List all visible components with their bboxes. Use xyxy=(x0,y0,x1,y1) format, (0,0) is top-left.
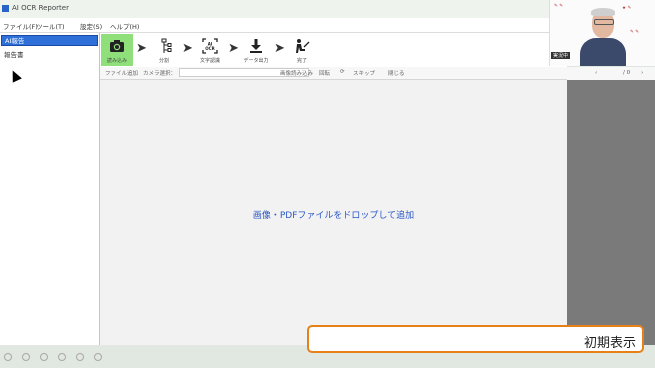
page-navigation: ‹ / 0 › xyxy=(567,67,655,80)
page-next-button[interactable]: › xyxy=(641,70,643,76)
sidebar-item-report[interactable]: 報告書 xyxy=(1,50,98,61)
sidebar-item-ai-report[interactable]: AI報告 xyxy=(1,35,98,46)
arrow-right-icon: ➤ xyxy=(182,41,193,56)
download-icon xyxy=(250,39,262,53)
workflow-toolbar: 読み込み ➤ 分割 ➤ AI OCR 文字認識 ➤ データ出力 ➤ 完了 xyxy=(100,33,567,67)
camera-icon xyxy=(110,40,124,52)
step-split-button[interactable]: 分割 xyxy=(148,34,180,66)
taskbar-circle-icon[interactable] xyxy=(94,353,102,361)
file-add-button[interactable]: ファイル追加 xyxy=(105,69,138,77)
close-button[interactable]: 閉じる xyxy=(388,69,405,77)
step-load-button[interactable]: 読み込み xyxy=(101,34,133,66)
preview-panel xyxy=(567,80,655,345)
menu-tools[interactable]: ツール(T) xyxy=(36,21,65,31)
window-title: AI OCR Reporter xyxy=(12,4,69,12)
step-label: 文字認識 xyxy=(199,58,220,64)
taskbar-circle-icon[interactable] xyxy=(4,353,12,361)
presenter-body xyxy=(580,38,626,66)
arrow-right-icon: ➤ xyxy=(228,41,239,56)
camera-select-label: カメラ選択： xyxy=(143,71,177,77)
taskbar-circle-icon[interactable] xyxy=(76,353,84,361)
caption-text: 初期表示 xyxy=(583,336,636,351)
taskbar-circle-icon[interactable] xyxy=(40,353,48,361)
refresh-icon[interactable]: ⟳ xyxy=(340,69,345,75)
app-icon xyxy=(2,5,9,12)
read-image-button[interactable]: 画像読み込み xyxy=(280,69,313,77)
title-bar: AI OCR Reporter xyxy=(0,0,552,18)
page-count: / 0 xyxy=(623,70,631,76)
webcam-overlay: ✎ ✎ ★ ✎ ✎ ✎ 実況中 xyxy=(549,0,655,66)
presenter-hair xyxy=(591,8,615,16)
step-export-button[interactable]: データ出力 xyxy=(240,34,272,66)
step-ocr-button[interactable]: AI OCR 文字認識 xyxy=(194,34,226,66)
step-label: 完了 xyxy=(296,58,307,64)
taskbar-circle-icon[interactable] xyxy=(58,353,66,361)
rotate-button[interactable]: 回転 xyxy=(319,69,330,77)
split-icon xyxy=(161,38,172,53)
page-prev-button[interactable]: ‹ xyxy=(595,70,597,76)
taskbar-circle-icon[interactable] xyxy=(22,353,30,361)
doodle-decoration: ✎ ✎ xyxy=(630,30,639,35)
menu-help[interactable]: ヘルプ(H) xyxy=(110,21,139,31)
menu-settings[interactable]: 設定(S) xyxy=(80,21,102,31)
ai-ocr-icon: AI OCR xyxy=(202,38,218,54)
menu-bar: ファイル(F) ツール(T) 設定(S) ヘルプ(H) xyxy=(0,18,552,33)
options-bar: ファイル追加 カメラ選択： 画像読み込み 回転 ⟳ スキップ 閉じる xyxy=(100,67,567,80)
step-label: 分割 xyxy=(158,58,169,64)
doodle-decoration: ★ ✎ xyxy=(622,6,632,11)
step-done-button[interactable]: 完了 xyxy=(286,34,318,66)
person-desk-icon xyxy=(296,39,310,53)
drop-hint-text: 画像・PDFファイルをドロップして追加 xyxy=(252,211,415,221)
menu-file[interactable]: ファイル(F) xyxy=(3,21,38,31)
caption-box: 初期表示 xyxy=(307,325,644,353)
arrow-right-icon: ➤ xyxy=(136,41,147,56)
doodle-decoration: ✎ ✎ xyxy=(554,4,563,9)
webcam-label: 実況中 xyxy=(551,52,571,59)
step-label: 読み込み xyxy=(106,58,127,64)
arrow-right-icon: ➤ xyxy=(274,41,285,56)
svg-text:OCR: OCR xyxy=(205,46,214,51)
skip-button[interactable]: スキップ xyxy=(353,69,375,77)
step-label: データ出力 xyxy=(243,58,269,64)
drop-area[interactable]: 画像・PDFファイルをドロップして追加 xyxy=(100,80,567,345)
presenter-glasses xyxy=(594,19,614,25)
